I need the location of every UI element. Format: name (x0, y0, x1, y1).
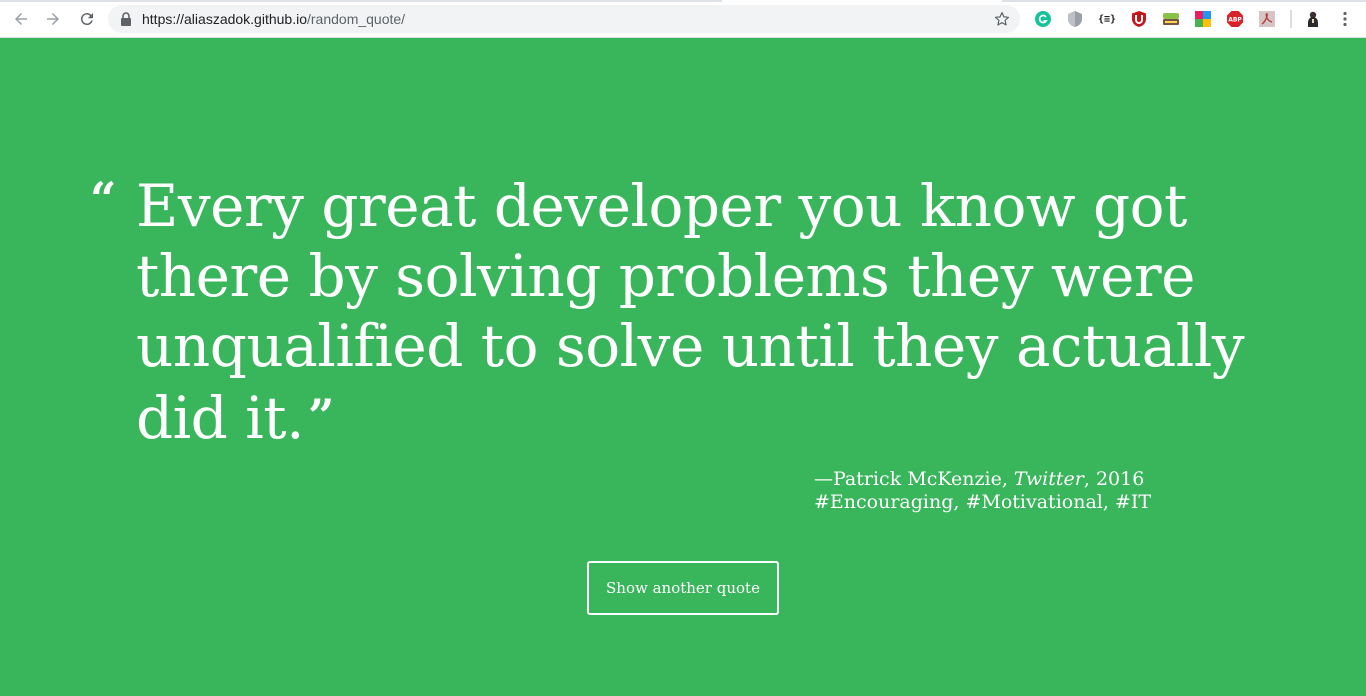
quote-body: Every great developer you know got there… (136, 172, 1245, 452)
json-formatter-extension-icon[interactable]: {≡} (1096, 10, 1118, 28)
show-another-quote-button[interactable]: Show another quote (587, 561, 779, 615)
open-quote-mark: “ (90, 172, 117, 226)
ublock-extension-icon[interactable] (1130, 10, 1148, 28)
quote-attribution: —Patrick McKenzie, Twitter, 2016 (814, 468, 1144, 490)
shield-extension-icon[interactable] (1066, 10, 1084, 28)
pdf-extension-icon[interactable] (1258, 10, 1276, 28)
profile-avatar-icon[interactable] (1304, 10, 1322, 28)
more-menu-icon[interactable] (1336, 10, 1354, 28)
quote-page: “ Every great developer you know got the… (0, 38, 1366, 696)
active-tab-indicator[interactable] (722, 0, 1002, 2)
quote-year: , 2016 (1083, 468, 1145, 490)
toolbar-extension-icon[interactable] (1162, 10, 1180, 28)
forward-arrow-icon[interactable] (42, 8, 64, 30)
url-host: https://aliaszadok.github.io (142, 11, 307, 27)
grammarly-extension-icon[interactable] (1034, 10, 1052, 28)
lock-icon[interactable] (120, 12, 132, 26)
author: —Patrick McKenzie, (814, 468, 1014, 490)
browser-toolbar: https://aliaszadok.github.io/random_quot… (0, 0, 1366, 38)
quote-tags: #Encouraging, #Motivational, #IT (814, 491, 1152, 513)
quote-text: Every great developer you know got there… (136, 171, 1246, 453)
colorful-extension-icon[interactable] (1194, 10, 1212, 28)
address-bar[interactable]: https://aliaszadok.github.io/random_quot… (108, 5, 1020, 33)
toolbar-separator (1290, 10, 1292, 28)
adblock-plus-extension-icon[interactable]: ABP (1226, 10, 1244, 28)
tab-strip (0, 0, 1366, 2)
close-quote-mark: ” (308, 389, 335, 443)
quote-source: Twitter (1013, 468, 1084, 490)
bookmark-star-icon[interactable] (994, 11, 1010, 27)
back-arrow-icon[interactable] (10, 8, 32, 30)
svg-text:ABP: ABP (1228, 17, 1242, 24)
url-text[interactable]: https://aliaszadok.github.io/random_quot… (142, 5, 405, 33)
url-path: /random_quote/ (307, 11, 406, 27)
reload-icon[interactable] (76, 8, 98, 30)
